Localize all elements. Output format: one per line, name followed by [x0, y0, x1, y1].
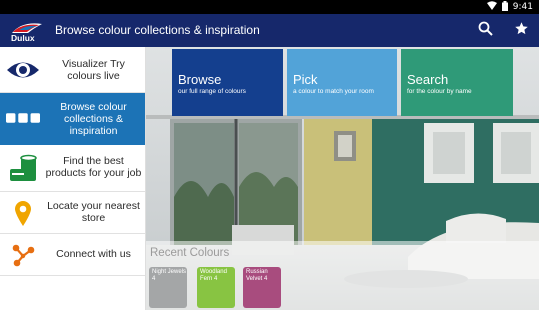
- browse-tile[interactable]: Browse our full range of colours: [172, 49, 283, 116]
- wifi-icon: [486, 1, 497, 13]
- inspiration-area: Browse our full range of colours Pick a …: [146, 47, 539, 310]
- status-bar: 9:41: [0, 0, 539, 14]
- sidebar-item-products[interactable]: Find the best products for your job: [0, 145, 145, 192]
- sidebar-item-connect[interactable]: Connect with us: [0, 234, 145, 276]
- search-icon: [478, 21, 493, 41]
- tile-title: Pick: [293, 72, 318, 87]
- sidebar-item-stores[interactable]: Locate your nearest store: [0, 192, 145, 234]
- recent-swatch[interactable]: Woodland Fern 4: [197, 267, 235, 308]
- recent-swatch[interactable]: Russian Velvet 4: [243, 267, 281, 308]
- battery-icon: [501, 0, 508, 14]
- tile-title: Browse: [178, 72, 222, 87]
- app-bar: Dulux Browse colour collections & inspir…: [0, 14, 539, 47]
- sidebar-item-browse[interactable]: Browse colour collections & inspiration: [0, 93, 145, 145]
- recent-swatch[interactable]: Night Jewels 4: [149, 267, 187, 308]
- sidebar-item-label: Visualizer Try colours live: [62, 58, 125, 82]
- tile-subtitle: our full range of colours: [178, 88, 246, 95]
- paint-can-icon: [6, 153, 40, 183]
- sidebar-item-visualizer[interactable]: Visualizer Try colours live: [0, 47, 145, 93]
- tile-subtitle: a colour to match your room: [293, 88, 374, 95]
- search-tile[interactable]: Search for the colour by name: [401, 49, 513, 116]
- sidebar-item-label: Locate your nearest store: [47, 200, 140, 224]
- recent-colours-title: Recent Colours: [150, 247, 230, 259]
- sidebar-item-label: Connect with us: [56, 248, 131, 260]
- sidebar-item-label: Find the best products for your job: [45, 155, 142, 179]
- dulux-logo[interactable]: Dulux: [8, 19, 48, 43]
- swatch-name: Woodland Fern 4: [200, 269, 227, 282]
- map-pin-icon: [6, 199, 40, 227]
- tile-subtitle: for the colour by name: [407, 88, 472, 95]
- status-icons: 9:41: [486, 0, 533, 14]
- status-time: 9:41: [512, 2, 533, 12]
- sidebar: Visualizer Try colours live Browse colou…: [0, 47, 146, 310]
- share-icon: [6, 241, 40, 269]
- swatches-icon: [6, 106, 40, 130]
- eye-icon: [6, 56, 40, 84]
- app-title: Browse colour collections & inspiration: [55, 23, 260, 37]
- swatch-name: Russian Velvet 4: [246, 269, 268, 282]
- pick-tile[interactable]: Pick a colour to match your room: [287, 49, 397, 116]
- swatch-name: Night Jewels 4: [152, 269, 187, 282]
- search-button[interactable]: [474, 20, 496, 42]
- sidebar-item-label: Browse colour collections & inspiration: [60, 101, 127, 137]
- svg-text:Dulux: Dulux: [11, 33, 35, 43]
- star-icon: [514, 21, 529, 41]
- tile-title: Search: [407, 72, 449, 87]
- favourites-button[interactable]: [510, 20, 532, 42]
